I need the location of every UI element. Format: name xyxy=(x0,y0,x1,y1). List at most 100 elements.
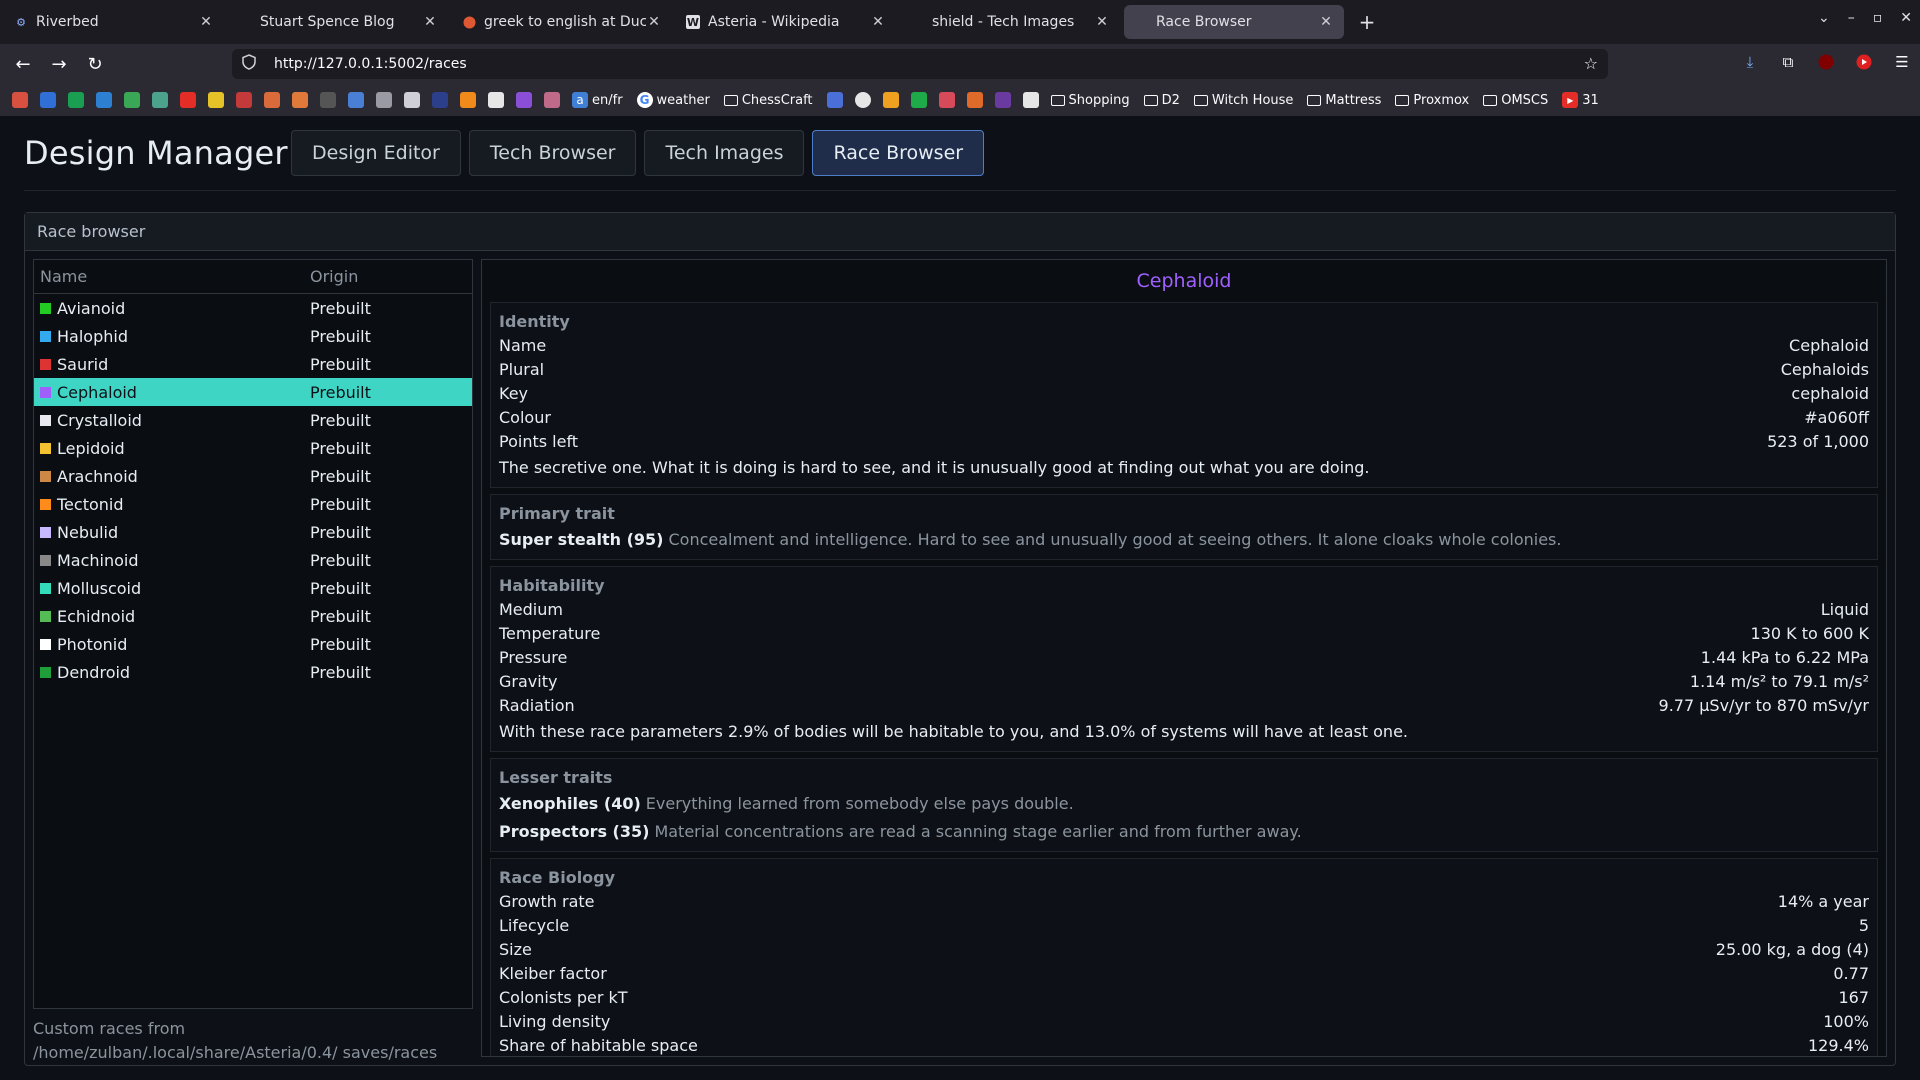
property-key: Colour xyxy=(499,407,551,427)
race-row[interactable]: Dendroid Prebuilt xyxy=(34,658,472,686)
bookmark-icon[interactable] xyxy=(488,92,504,108)
race-row[interactable]: Crystalloid Prebuilt xyxy=(34,406,472,434)
property-row: Kleiber factor 0.77 xyxy=(499,961,1869,985)
twitch-icon[interactable] xyxy=(516,92,532,108)
nav-race-browser[interactable]: Race Browser xyxy=(812,130,985,176)
close-icon[interactable]: ✕ xyxy=(646,14,662,30)
race-row[interactable]: Lepidoid Prebuilt xyxy=(34,434,472,462)
browser-tab-active[interactable]: Race Browser ✕ xyxy=(1124,5,1344,39)
download-icon[interactable]: ⤓ xyxy=(1740,52,1760,72)
column-header-name[interactable]: Name xyxy=(34,267,310,286)
bookmark-icon[interactable] xyxy=(1022,92,1039,108)
divider xyxy=(24,190,1896,191)
bookmark-enfr[interactable]: a en/fr xyxy=(572,92,623,108)
bookmark-icon[interactable] xyxy=(404,92,420,108)
race-row[interactable]: Tectonid Prebuilt xyxy=(34,490,472,518)
ycombinator-icon[interactable] xyxy=(460,92,476,108)
bookmark-icon[interactable] xyxy=(376,92,392,108)
bookmark-icon[interactable] xyxy=(152,92,168,108)
close-icon[interactable]: ✕ xyxy=(422,14,438,30)
bookmark-icon[interactable] xyxy=(544,92,560,108)
race-row-selected[interactable]: Cephaloid Prebuilt xyxy=(34,378,472,406)
bookmark-icon[interactable] xyxy=(966,92,983,108)
bookmark-folder-chesscraft[interactable]: ChessCraft xyxy=(723,93,813,108)
nav-tech-browser[interactable]: Tech Browser xyxy=(468,130,637,176)
race-origin: Prebuilt xyxy=(310,578,371,598)
gmail-icon[interactable] xyxy=(12,92,28,108)
bookmark-icon[interactable] xyxy=(96,92,112,108)
race-row[interactable]: Molluscoid Prebuilt xyxy=(34,574,472,602)
minimize-icon[interactable]: – xyxy=(1848,10,1855,26)
bookmark-icon[interactable] xyxy=(236,92,252,108)
back-arrow-icon[interactable]: ← xyxy=(6,49,40,79)
folder-icon xyxy=(1483,94,1498,106)
chevron-down-icon[interactable]: ⌄ xyxy=(1818,10,1830,26)
race-row[interactable]: Echidnoid Prebuilt xyxy=(34,602,472,630)
race-origin: Prebuilt xyxy=(310,606,371,626)
bookmark-icon[interactable] xyxy=(938,92,955,108)
extensions-icon[interactable]: ⧉ xyxy=(1778,52,1798,72)
nav-tech-images[interactable]: Tech Images xyxy=(644,130,805,176)
maximize-icon[interactable]: ▫ xyxy=(1873,10,1883,26)
new-tab-icon[interactable]: + xyxy=(1352,7,1382,37)
bookmark-folder-d2[interactable]: D2 xyxy=(1143,93,1180,108)
race-row[interactable]: Machinoid Prebuilt xyxy=(34,546,472,574)
bookmark-folder-shopping[interactable]: Shopping xyxy=(1050,93,1130,108)
youtube-ext-icon[interactable] xyxy=(1854,52,1874,72)
close-icon[interactable]: ✕ xyxy=(870,14,886,30)
youtube-icon[interactable] xyxy=(180,92,196,108)
property-key: Pressure xyxy=(499,647,568,667)
drive-icon[interactable] xyxy=(68,92,84,108)
race-row[interactable]: Arachnoid Prebuilt xyxy=(34,462,472,490)
calendar-icon[interactable] xyxy=(40,92,56,108)
browser-tab[interactable]: shield - Tech Images ✕ xyxy=(900,5,1120,39)
race-colour-swatch xyxy=(40,638,51,650)
address-bar[interactable]: http://127.0.0.1:5002/races ☆ xyxy=(232,49,1608,79)
bookmark-star-icon[interactable]: ☆ xyxy=(1584,54,1598,73)
race-row[interactable]: Halophid Prebuilt xyxy=(34,322,472,350)
race-row[interactable]: Photonid Prebuilt xyxy=(34,630,472,658)
url-text: http://127.0.0.1:5002/races xyxy=(274,56,467,72)
bookmark-icon[interactable] xyxy=(432,92,448,108)
property-key: Name xyxy=(499,335,547,355)
browser-tab[interactable]: ⚙ Riverbed ✕ xyxy=(4,5,224,39)
menu-icon[interactable]: ☰ xyxy=(1892,52,1912,72)
race-row[interactable]: Nebulid Prebuilt xyxy=(34,518,472,546)
reload-icon[interactable]: ↻ xyxy=(78,49,112,79)
blank-favicon-icon xyxy=(910,15,924,29)
race-row[interactable]: Avianoid Prebuilt xyxy=(34,294,472,322)
property-row: Size 25.00 kg, a dog (4) xyxy=(499,937,1869,961)
race-row[interactable]: Saurid Prebuilt xyxy=(34,350,472,378)
browser-tab[interactable]: greek to english at DuckDu ✕ xyxy=(452,5,672,39)
bookmark-icon[interactable] xyxy=(854,92,871,108)
ublock-icon[interactable] xyxy=(1816,52,1836,72)
browser-tab[interactable]: W Asteria - Wikipedia ✕ xyxy=(676,5,896,39)
bookmark-folder-proxmox[interactable]: Proxmox xyxy=(1395,93,1469,108)
bookmark-icon[interactable] xyxy=(882,92,899,108)
bookmark-icon[interactable] xyxy=(994,92,1011,108)
close-icon[interactable]: ✕ xyxy=(198,14,214,30)
column-header-origin[interactable]: Origin xyxy=(310,267,358,286)
bookmark-weather[interactable]: Gweather xyxy=(636,92,710,108)
forward-arrow-icon[interactable]: → xyxy=(42,49,76,79)
nav-design-editor[interactable]: Design Editor xyxy=(291,130,461,176)
property-row: Pressure 1.44 kPa to 6.22 MPa xyxy=(499,645,1869,669)
race-list[interactable]: Name Origin Avianoid Prebuilt Halophid Preb… xyxy=(33,259,473,1009)
bookmark-folder-omscs[interactable]: OMSCS xyxy=(1483,93,1548,108)
bookmark-folder-mattress[interactable]: Mattress xyxy=(1307,93,1381,108)
bookmark-icon[interactable] xyxy=(348,92,364,108)
bookmark-icon[interactable] xyxy=(910,92,927,108)
bookmark-icon[interactable] xyxy=(320,92,336,108)
race-origin: Prebuilt xyxy=(310,466,371,486)
close-icon[interactable]: ✕ xyxy=(1318,14,1334,30)
bookmark-youtube-31[interactable]: ▶ 31 xyxy=(1562,92,1599,108)
bookmark-icon[interactable] xyxy=(826,92,843,108)
close-icon[interactable]: ✕ xyxy=(1094,14,1110,30)
bookmark-icon[interactable] xyxy=(208,92,224,108)
browser-tab[interactable]: Stuart Spence Blog ✕ xyxy=(228,5,448,39)
maps-icon[interactable] xyxy=(124,92,140,108)
close-window-icon[interactable]: ✕ xyxy=(1900,10,1912,26)
bookmark-folder-witch-house[interactable]: Witch House xyxy=(1193,93,1293,108)
bookmark-icon[interactable] xyxy=(292,92,308,108)
bookmark-icon[interactable] xyxy=(264,92,280,108)
